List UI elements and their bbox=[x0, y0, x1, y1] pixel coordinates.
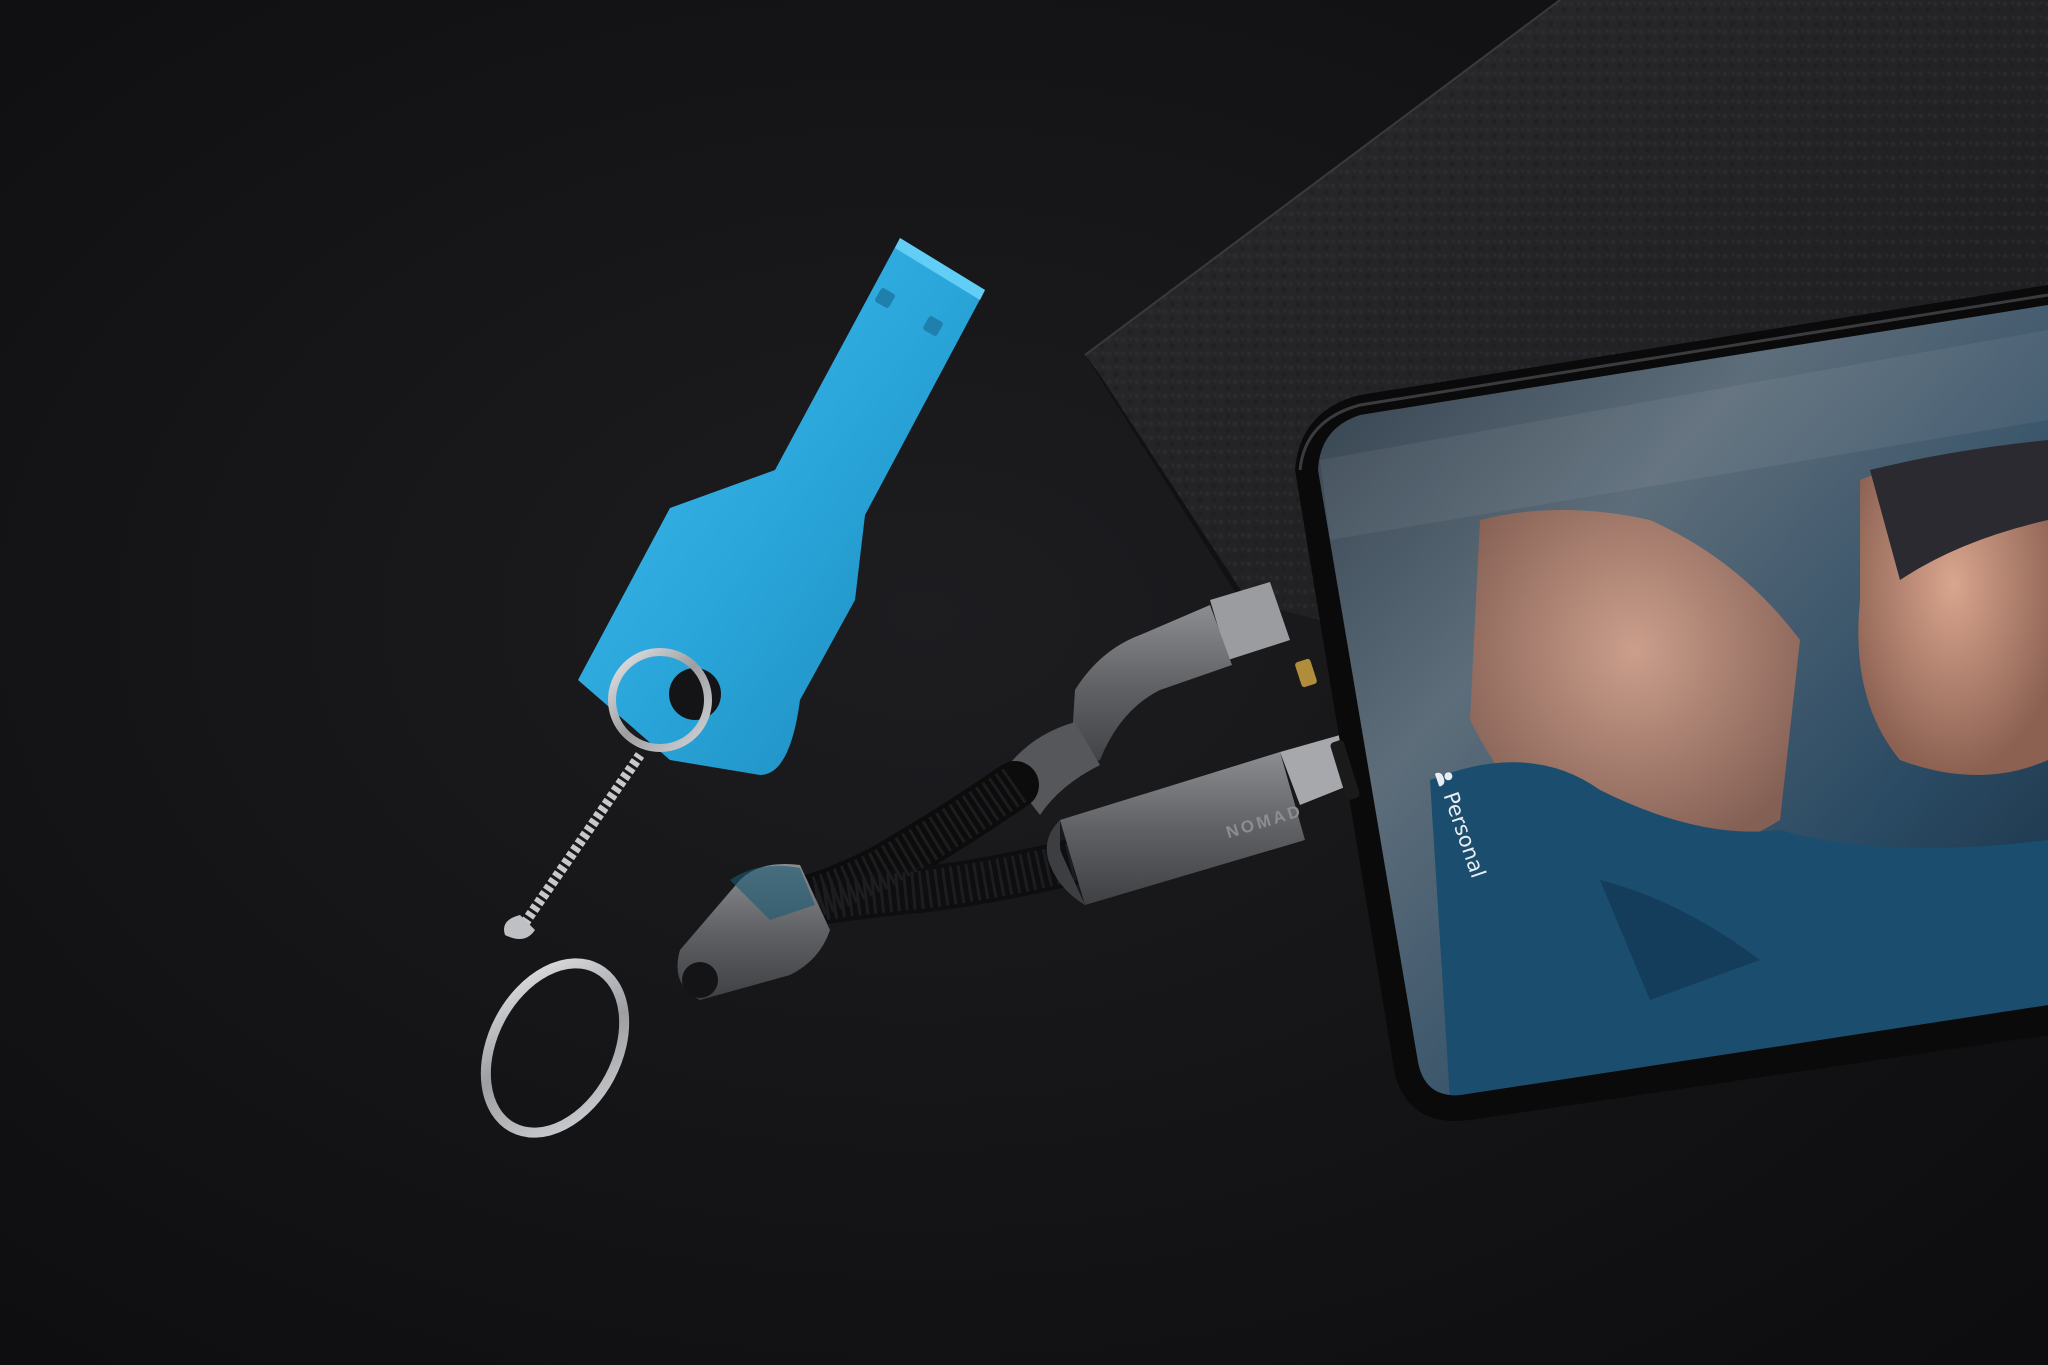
person-icon bbox=[1434, 767, 1454, 787]
photo-scene: NOMAD Personal bbox=[0, 0, 2048, 1365]
smartphone bbox=[1295, 285, 2048, 1122]
scene-illustration bbox=[0, 0, 2048, 1365]
